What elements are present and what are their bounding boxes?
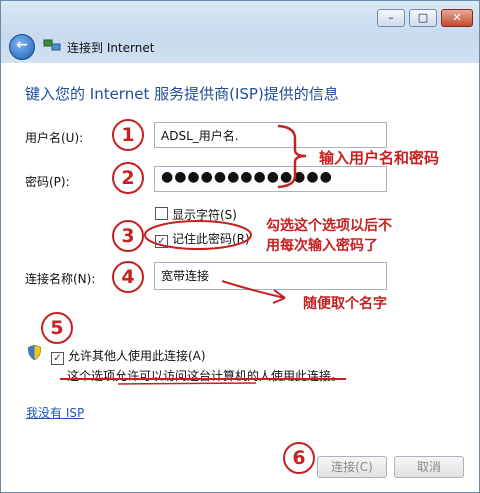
step-5-marker: 5 — [41, 312, 73, 344]
step-2-marker: 2 — [112, 162, 144, 194]
password-input[interactable]: ●●●●●●●●●●●●● — [154, 166, 387, 192]
show-chars-checkbox[interactable] — [155, 207, 168, 220]
close-button[interactable]: ✕ — [441, 9, 473, 27]
minimize-button[interactable]: – — [377, 9, 405, 27]
step-4-marker: 4 — [112, 261, 144, 293]
connect-button[interactable]: 连接(C) — [317, 456, 387, 478]
back-arrow-icon: ← — [16, 37, 28, 53]
no-isp-link[interactable]: 我没有 ISP — [26, 404, 84, 421]
conn-name-input[interactable]: 宽带连接 — [154, 262, 387, 290]
maximize-button[interactable]: □ — [409, 9, 437, 27]
close-icon: ✕ — [452, 11, 462, 24]
note-remember-line2: 用每次输入密码了 — [266, 238, 378, 254]
minimize-icon: – — [388, 11, 394, 24]
dialog-window: – □ ✕ ← 连接到 Internet 键入您的 Internet 服务提供商… — [0, 0, 480, 493]
password-label: 密码(P): — [25, 175, 70, 189]
allow-others-checkbox[interactable]: ✓ — [51, 352, 64, 365]
allow-others-option[interactable]: ✓ 允许其他人使用此连接(A) — [51, 347, 206, 365]
note-credentials: 输入用户名和密码 — [319, 149, 440, 167]
remember-label: 记住此密码(R) — [172, 232, 250, 246]
remember-option[interactable]: ✓ 记住此密码(R) — [155, 230, 250, 248]
username-input[interactable]: ADSL_用户名. — [154, 122, 387, 148]
step-1-marker: 1 — [112, 119, 144, 151]
cancel-button[interactable]: 取消 — [394, 456, 464, 478]
show-chars-label: 显示字符(S) — [172, 208, 237, 222]
step-6-marker: 6 — [283, 442, 315, 474]
page-title: 键入您的 Internet 服务提供商(ISP)提供的信息 — [25, 85, 339, 103]
allow-others-label: 允许其他人使用此连接(A) — [68, 349, 206, 363]
show-chars-option[interactable]: 显示字符(S) — [155, 206, 237, 223]
back-button[interactable]: ← — [9, 34, 35, 60]
remember-checkbox[interactable]: ✓ — [155, 235, 168, 248]
conn-name-label: 连接名称(N): — [25, 272, 96, 286]
username-label: 用户名(U): — [25, 131, 84, 145]
note-name: 随便取个名字 — [303, 296, 387, 312]
step-3-marker: 3 — [112, 220, 144, 252]
note-remember-line1: 勾选这个选项以后不 — [266, 218, 392, 234]
network-icon — [43, 39, 61, 51]
maximize-icon: □ — [417, 11, 429, 24]
shield-icon — [28, 345, 41, 360]
nav-title: 连接到 Internet — [67, 41, 155, 55]
allow-others-description: 这个选项允许可以访问这台计算机的人使用此连接。 — [67, 369, 344, 383]
